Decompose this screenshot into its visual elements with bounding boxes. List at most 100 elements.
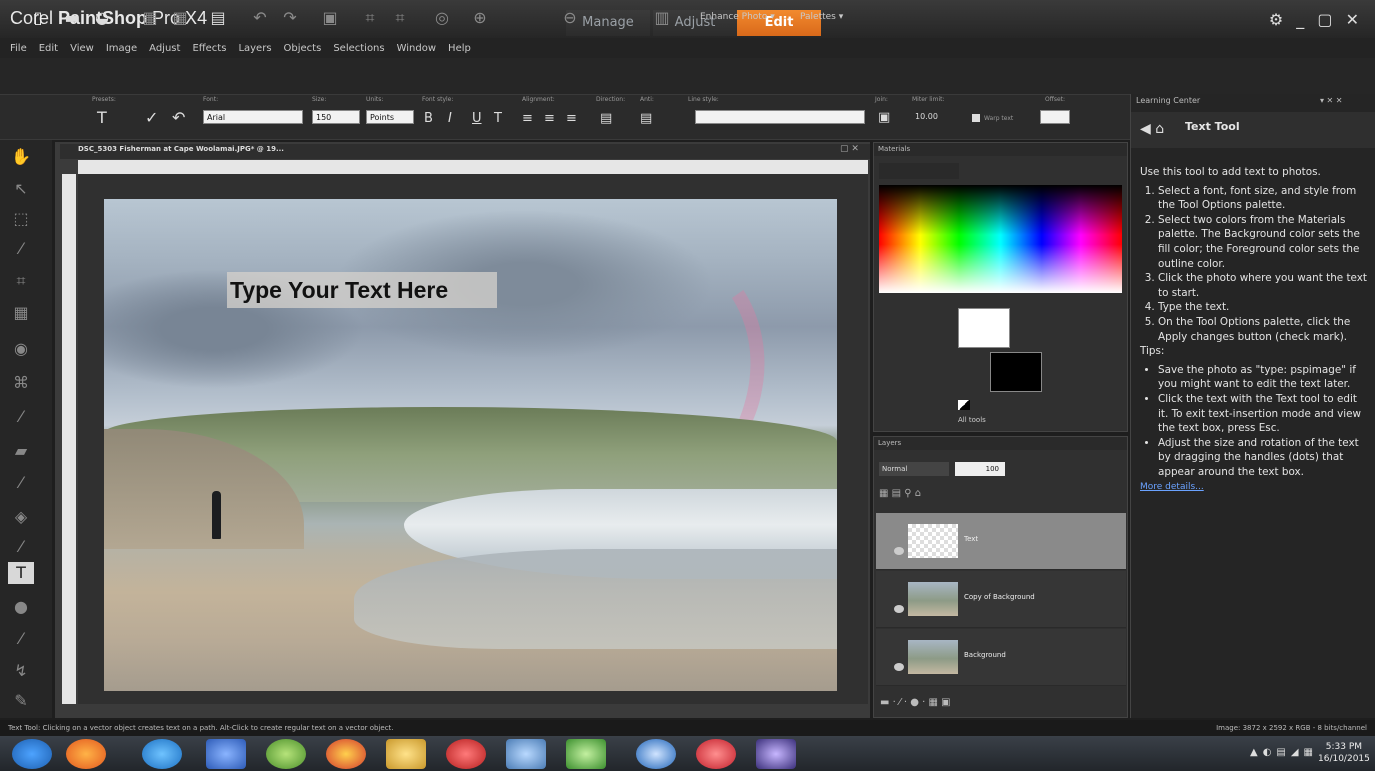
pen-tool-icon[interactable]: ⁄ (6, 536, 36, 558)
menu-help[interactable]: Help (448, 43, 471, 54)
paint-tool-icon[interactable]: ✎ (6, 690, 36, 712)
background-swatch[interactable] (990, 352, 1042, 392)
open-folder-icon[interactable]: ▬ (62, 8, 82, 28)
resize-icon[interactable]: ⌗ (390, 8, 410, 28)
zoom-in-icon[interactable]: ⊕ (470, 8, 490, 28)
visibility-eye-icon[interactable] (894, 605, 904, 613)
new-file-icon[interactable]: ▯ (28, 8, 48, 28)
blend-mode-select[interactable]: Normal (879, 462, 949, 476)
app-green-icon[interactable] (266, 739, 306, 769)
pick-tool-icon[interactable]: ↖ (6, 178, 36, 200)
chrome-icon[interactable] (326, 739, 366, 769)
join-icon[interactable]: ▣ (878, 110, 890, 125)
miter-input[interactable]: 10.00 (912, 110, 942, 124)
window-controls[interactable]: ⚙ _ ▢ ✕ (1269, 10, 1363, 29)
menu-layers[interactable]: Layers (238, 43, 271, 54)
visibility-eye-icon[interactable] (894, 547, 904, 555)
info-icon[interactable]: ◎ (432, 8, 452, 28)
menu-window[interactable]: Window (397, 43, 436, 54)
crop-icon[interactable]: ⌗ (360, 8, 380, 28)
strike-icon[interactable]: T (494, 111, 502, 126)
red-eye-tool-icon[interactable]: ◉ (6, 338, 36, 360)
enhance-photo-dropdown[interactable]: Enhance Photo ▾ (700, 12, 775, 22)
selection-tool-icon[interactable]: ⬚ (6, 208, 36, 230)
layer-row[interactable]: Copy of Background (876, 571, 1126, 628)
align-left-icon[interactable]: ≡ (522, 111, 533, 126)
internet-explorer-icon[interactable] (142, 739, 182, 769)
browse-icon[interactable]: ◒ (92, 8, 112, 28)
dropper-tool-icon[interactable]: ⁄ (6, 238, 36, 260)
cancel-icon[interactable]: ↶ (172, 108, 185, 127)
menu-objects[interactable]: Objects (284, 43, 322, 54)
menu-adjust[interactable]: Adjust (149, 43, 180, 54)
straighten-tool-icon[interactable]: ▦ (6, 302, 36, 324)
app-check-icon[interactable] (206, 739, 246, 769)
app-reader-icon[interactable] (696, 739, 736, 769)
menu-effects[interactable]: Effects (192, 43, 226, 54)
paste-icon[interactable]: ▣ (320, 8, 340, 28)
apply-check-icon[interactable]: ✓ (145, 108, 158, 127)
more-details-link[interactable]: More details... (1140, 482, 1204, 492)
menu-file[interactable]: File (10, 43, 27, 54)
align-center-icon[interactable]: ≡ (544, 111, 555, 126)
file-explorer-icon[interactable] (386, 739, 426, 769)
layers-bottom-toolbar[interactable]: ▬ · ⁄ · ● · ▦ ▣ (880, 697, 951, 708)
line-style-select[interactable] (695, 110, 865, 124)
direction-icon[interactable]: ▤ (600, 111, 612, 126)
align-right-icon[interactable]: ≡ (566, 111, 577, 126)
system-tray-icons[interactable]: ▲◐▤◢▦ (1250, 747, 1318, 758)
eraser-tool-icon[interactable]: ▰ (6, 440, 36, 462)
paintshop-taskbar-icon[interactable] (756, 739, 796, 769)
warp-checkbox[interactable] (972, 114, 980, 122)
text-overlay[interactable]: Type Your Text Here (227, 272, 497, 308)
all-tools-checkbox[interactable]: All tools (958, 416, 986, 424)
menu-view[interactable]: View (70, 43, 94, 54)
crop-tool-icon[interactable]: ⌗ (6, 270, 36, 292)
app-blue-icon[interactable] (506, 739, 546, 769)
undo-icon[interactable]: ↶ (250, 8, 270, 28)
layer-row[interactable]: Background (876, 629, 1126, 686)
warp-tool-icon[interactable]: ↯ (6, 660, 36, 682)
opacity-slider[interactable]: 100 (955, 462, 1005, 476)
hp-icon[interactable] (636, 739, 676, 769)
size-select[interactable]: 150 (312, 110, 360, 124)
text-preset-icon[interactable]: T (97, 108, 107, 127)
save-icon[interactable]: ▦ (140, 8, 160, 28)
font-select[interactable]: Arial (203, 110, 303, 124)
offset-input[interactable] (1040, 110, 1070, 124)
layer-row[interactable]: Text (876, 513, 1126, 570)
save-as-icon[interactable]: ▦ (170, 8, 190, 28)
print-icon[interactable]: ▤ (208, 8, 228, 28)
menu-image[interactable]: Image (106, 43, 137, 54)
app-red-icon[interactable] (446, 739, 486, 769)
layer-toolbar-icons[interactable]: ▦ ▤ ⚲ ⌂ (879, 488, 921, 499)
swap-colors-icon[interactable] (958, 400, 970, 410)
start-button-icon[interactable] (12, 739, 52, 769)
firefox-icon[interactable] (66, 739, 106, 769)
document-close-icon[interactable]: ▢ ✕ (840, 144, 859, 154)
antialias-icon[interactable]: ▤ (640, 111, 652, 126)
fill-tool-icon[interactable]: ◈ (6, 506, 36, 528)
shape-tool-icon[interactable]: ● (6, 596, 36, 618)
italic-icon[interactable]: I (448, 111, 452, 126)
zoom-out-icon[interactable]: ⊖ (560, 8, 580, 28)
learning-center-controls[interactable]: ▾ ✕ ✕ (1320, 96, 1343, 105)
paint-brush-tool-icon[interactable]: ⁄ (6, 406, 36, 428)
menu-edit[interactable]: Edit (39, 43, 58, 54)
materials-tabs[interactable] (879, 163, 959, 179)
clone-tool-icon[interactable]: ⌘ (6, 372, 36, 394)
text-tool-icon[interactable]: T (8, 562, 34, 584)
units-select[interactable]: Points (366, 110, 414, 124)
redo-icon[interactable]: ↷ (280, 8, 300, 28)
underline-icon[interactable]: U (472, 111, 482, 126)
app-photo-icon[interactable] (566, 739, 606, 769)
document-title[interactable]: DSC_5303 Fisherman at Cape Woolamai.JPG*… (78, 145, 284, 153)
bold-icon[interactable]: B (424, 111, 433, 126)
menu-selections[interactable]: Selections (333, 43, 384, 54)
layers-toggle-icon[interactable]: ▥ (652, 8, 672, 28)
taskbar-clock[interactable]: 5:33 PM 16/10/2015 (1318, 741, 1370, 765)
palettes-dropdown[interactable]: Palettes ▾ (800, 12, 843, 22)
visibility-eye-icon[interactable] (894, 663, 904, 671)
back-home-icon[interactable]: ◀ ⌂ (1140, 121, 1164, 137)
pan-tool-icon[interactable]: ✋ (6, 146, 36, 168)
